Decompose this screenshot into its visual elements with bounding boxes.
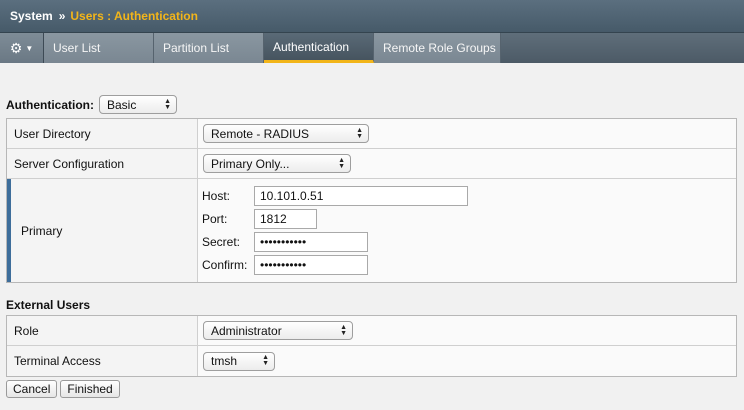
table-row: User Directory Remote - RADIUS ▲ ▼ bbox=[7, 119, 736, 149]
confirm-input[interactable]: ••••••••••• bbox=[254, 255, 368, 275]
user-directory-select-value: Remote - RADIUS bbox=[211, 126, 310, 141]
port-label: Port: bbox=[202, 212, 228, 226]
select-arrows-icon: ▲ ▼ bbox=[356, 126, 363, 140]
tab-authentication[interactable]: Authentication bbox=[264, 33, 374, 63]
server-configuration-select[interactable]: Primary Only... ▲ ▼ bbox=[203, 154, 351, 173]
terminal-access-label: Terminal Access bbox=[7, 346, 198, 376]
cancel-button[interactable]: Cancel bbox=[6, 380, 58, 398]
confirm-label: Confirm: bbox=[202, 258, 248, 272]
port-field-row: Port: 1812 bbox=[202, 208, 317, 231]
tab-label: User List bbox=[53, 41, 101, 55]
tab-user-list[interactable]: User List bbox=[44, 33, 154, 63]
server-configuration-label: Server Configuration bbox=[7, 149, 198, 178]
authentication-row: Authentication: Basic ▲ ▼ bbox=[6, 95, 177, 114]
finished-button[interactable]: Finished bbox=[60, 380, 120, 398]
select-arrows-icon: ▲ ▼ bbox=[164, 97, 171, 111]
tab-label: Authentication bbox=[273, 39, 350, 54]
breadcrumb-separator: » bbox=[58, 9, 66, 23]
host-field-row: Host: 10.101.0.51 bbox=[202, 185, 468, 208]
server-configuration-select-value: Primary Only... bbox=[211, 156, 290, 171]
external-users-title: External Users bbox=[6, 298, 91, 312]
authentication-select[interactable]: Basic ▲ ▼ bbox=[99, 95, 177, 114]
select-arrows-icon: ▲ ▼ bbox=[262, 354, 269, 367]
table-row: Role Administrator ▲ ▼ bbox=[7, 316, 736, 346]
external-users-table: Role Administrator ▲ ▼ Terminal Access tm… bbox=[6, 315, 737, 377]
authentication-label: Authentication: bbox=[6, 97, 94, 112]
table-row: Primary Host: 10.101.0.51 Port: 1812 Sec… bbox=[7, 179, 736, 282]
port-input[interactable]: 1812 bbox=[254, 209, 317, 229]
terminal-access-select[interactable]: tmsh ▲ ▼ bbox=[203, 351, 275, 371]
secret-input[interactable]: ••••••••••• bbox=[254, 232, 368, 252]
user-directory-select[interactable]: Remote - RADIUS ▲ ▼ bbox=[203, 124, 369, 143]
primary-label: Primary bbox=[7, 179, 198, 282]
settings-table: User Directory Remote - RADIUS ▲ ▼ Server… bbox=[6, 118, 737, 283]
tab-bar: ⚙ ▼ User List Partition List Authenticat… bbox=[0, 33, 744, 63]
role-select[interactable]: Administrator ▲ ▼ bbox=[203, 321, 353, 340]
tab-label: Remote Role Groups bbox=[383, 41, 496, 55]
role-select-value: Administrator bbox=[211, 323, 282, 338]
secret-field-row: Secret: ••••••••••• bbox=[202, 231, 368, 254]
authentication-select-value: Basic bbox=[107, 97, 137, 112]
tab-remote-role-groups[interactable]: Remote Role Groups bbox=[374, 33, 501, 63]
role-label: Role bbox=[7, 316, 198, 345]
host-label: Host: bbox=[202, 189, 231, 203]
gear-menu-button[interactable]: ⚙ ▼ bbox=[0, 33, 44, 63]
gear-icon: ⚙ bbox=[9, 39, 23, 56]
breadcrumb-header: System » Users : Authentication bbox=[0, 0, 744, 33]
host-input[interactable]: 10.101.0.51 bbox=[254, 186, 468, 206]
terminal-access-select-value: tmsh bbox=[211, 354, 238, 368]
select-arrows-icon: ▲ ▼ bbox=[340, 323, 347, 337]
table-row: Terminal Access tmsh ▲ ▼ bbox=[7, 346, 736, 376]
form-buttons: Cancel Finished bbox=[6, 380, 123, 398]
breadcrumb-current: Users : Authentication bbox=[70, 9, 198, 23]
user-directory-label: User Directory bbox=[7, 119, 198, 148]
secret-label: Secret: bbox=[202, 235, 241, 249]
tab-label: Partition List bbox=[163, 41, 230, 55]
breadcrumb-root[interactable]: System bbox=[10, 9, 53, 23]
table-row: Server Configuration Primary Only... ▲ ▼ bbox=[7, 149, 736, 179]
confirm-field-row: Confirm: ••••••••••• bbox=[202, 254, 368, 277]
tab-partition-list[interactable]: Partition List bbox=[154, 33, 264, 63]
select-arrows-icon: ▲ ▼ bbox=[338, 156, 345, 170]
chevron-down-icon: ▼ bbox=[25, 43, 34, 53]
